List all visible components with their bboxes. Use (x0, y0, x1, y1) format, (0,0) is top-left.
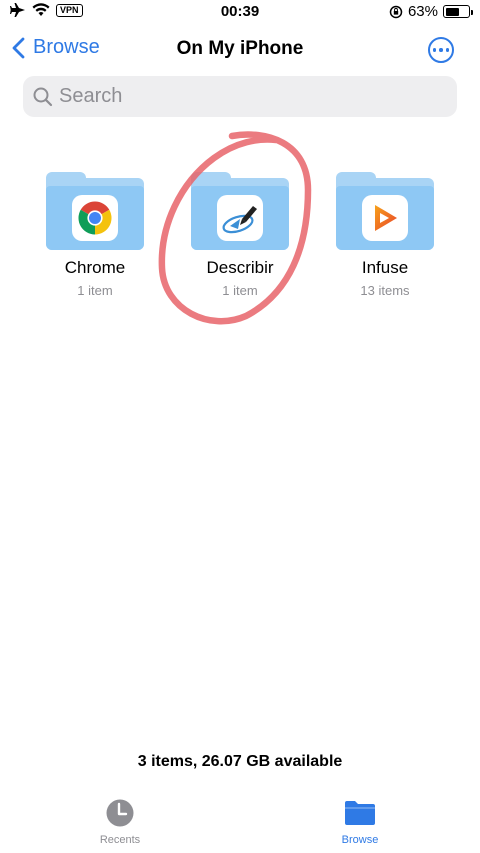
orientation-lock-icon (389, 5, 403, 18)
navigation-bar: Browse On My iPhone (0, 28, 480, 72)
storage-info: 3 items, 26.07 GB available (137, 753, 343, 770)
folder-item-count: 13 items (360, 283, 410, 298)
folder-name: Infuse (361, 258, 409, 277)
tab-browse[interactable]: Browse (310, 798, 410, 846)
infuse-icon (362, 195, 408, 241)
tab-recents-label: Recents (99, 834, 141, 846)
battery-icon (443, 5, 473, 18)
folder-name: Chrome (64, 258, 126, 277)
search-bar[interactable] (23, 76, 457, 117)
clock-icon (106, 799, 134, 827)
search-input[interactable] (59, 85, 439, 108)
folder-icon (336, 168, 434, 250)
tab-bar: Recents Browse (0, 798, 480, 853)
folder-item-count: 1 item (77, 283, 113, 298)
tab-recents[interactable]: Recents (70, 798, 170, 846)
folder-infuse[interactable]: Infuse 13 items (315, 168, 455, 298)
page-title: On My iPhone (176, 38, 304, 59)
status-bar: VPN 00:39 63% (0, 0, 480, 24)
search-icon (33, 87, 53, 106)
battery-percent: 63% (407, 3, 438, 20)
folder-icon (46, 168, 144, 250)
folder-chrome[interactable]: Chrome 1 item (25, 168, 165, 298)
ellipsis-icon (432, 48, 437, 52)
chrome-icon (72, 195, 118, 241)
battery-level (445, 7, 460, 16)
highlight-circle-annotation (158, 131, 312, 325)
folder-icon (345, 801, 375, 825)
more-options-button[interactable] (428, 37, 454, 63)
tab-browse-label: Browse (341, 834, 379, 846)
